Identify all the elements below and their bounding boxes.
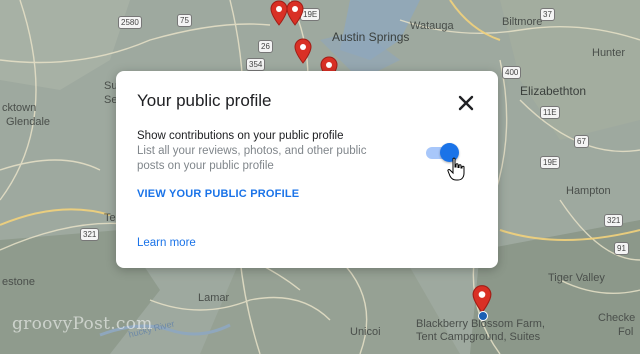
map-place-label: Hampton xyxy=(566,185,611,197)
setting-description: List all your reviews, photos, and other… xyxy=(137,145,367,172)
dialog-title: Your public profile xyxy=(137,91,272,110)
map-place-label: Glendale xyxy=(6,116,51,128)
road-shield: 19E xyxy=(540,156,561,169)
map-pin-icon[interactable] xyxy=(472,284,492,314)
setting-title: Show contributions on your public profil… xyxy=(137,130,344,142)
hand-pointer-cursor-icon xyxy=(447,157,465,181)
map-place-label: Watauga xyxy=(410,20,454,32)
road-shield: 400 xyxy=(502,66,522,79)
map-pin-icon[interactable] xyxy=(294,38,312,64)
road-shield: 354 xyxy=(246,58,266,71)
view-public-profile-link[interactable]: VIEW YOUR PUBLIC PROFILE xyxy=(137,188,299,200)
map-location-dot xyxy=(478,311,488,321)
road-shield: 37 xyxy=(540,8,555,21)
map-place-label: Elizabethton xyxy=(520,84,587,98)
close-icon[interactable] xyxy=(454,91,478,115)
map-place-label: Hunter xyxy=(592,47,626,59)
road-shield: 321 xyxy=(604,214,624,227)
map-place-label: Unicoi xyxy=(350,326,381,338)
map-place-label: Biltmore xyxy=(502,16,543,28)
map-place-label: estone xyxy=(2,276,36,288)
map-pin-icon[interactable] xyxy=(286,0,304,26)
learn-more-link[interactable]: Learn more xyxy=(137,237,196,249)
map-place-label: Tent Campground, Suites xyxy=(416,331,541,343)
road-shield: 67 xyxy=(574,135,589,148)
road-shield: 26 xyxy=(258,40,273,53)
close-button[interactable] xyxy=(454,91,478,115)
public-profile-dialog: Your public profile Show contributions o… xyxy=(116,71,498,268)
map-place-label: Lamar xyxy=(198,292,230,304)
road-shield: 321 xyxy=(80,228,100,241)
map-place-label: Austin Springs xyxy=(332,30,410,44)
map-place-label: Fol xyxy=(618,326,634,338)
road-shield: 2580 xyxy=(118,16,142,29)
watermark: groovyPost.com xyxy=(12,314,153,334)
road-shield: 75 xyxy=(177,14,192,27)
map-place-label: cktown xyxy=(2,102,37,114)
road-shield: 11E xyxy=(540,106,560,119)
road-shield: 91 xyxy=(614,242,629,255)
map-place-label: Checke xyxy=(598,312,636,324)
map-place-label: Tiger Valley xyxy=(548,272,605,284)
